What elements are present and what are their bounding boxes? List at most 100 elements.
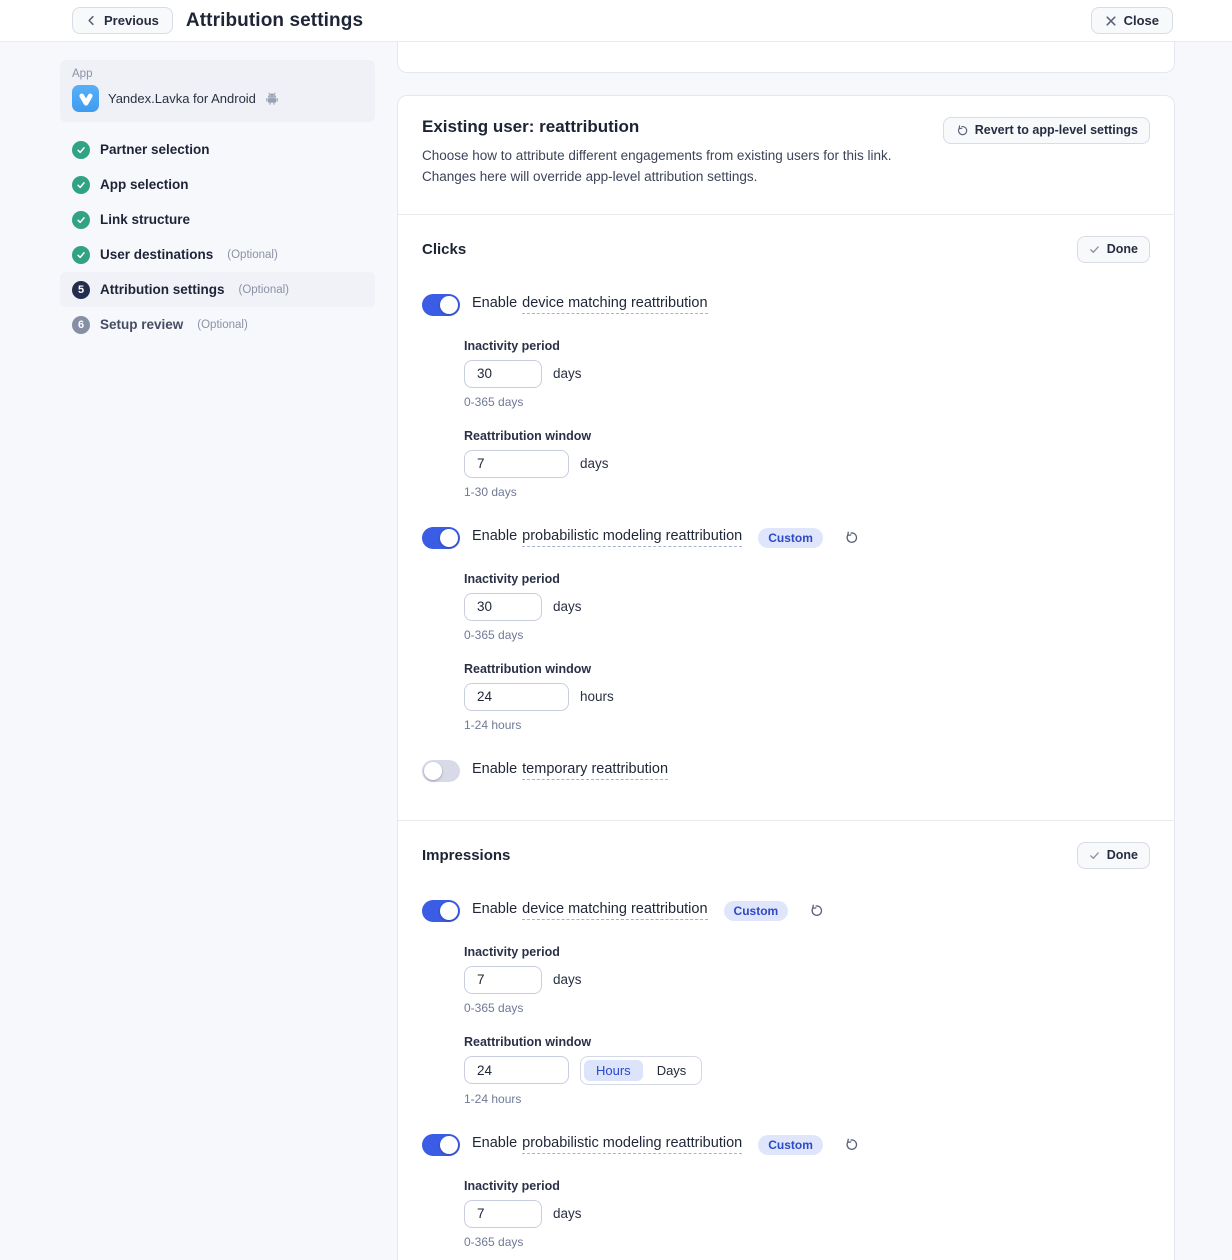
previous-button[interactable]: Previous: [72, 7, 173, 34]
close-button[interactable]: Close: [1091, 7, 1173, 34]
inactivity-period-input[interactable]: [464, 966, 542, 994]
content-area: Existing user: reattribution Choose how …: [397, 42, 1175, 1260]
toggle-knob: [440, 902, 458, 920]
main-layout: App Yandex.Lavka for Android: [0, 42, 1232, 1260]
done-check-icon: [1089, 244, 1100, 255]
sidebar-item-partner-selection[interactable]: Partner selection: [60, 132, 375, 167]
done-check-icon: [1089, 850, 1100, 861]
inactivity-period-input[interactable]: [464, 360, 542, 388]
card-intro: Existing user: reattribution Choose how …: [398, 96, 1174, 214]
clicks-section: Clicks Done Enable device matching reatt…: [398, 215, 1174, 820]
clicks-probabilistic-toggle[interactable]: [422, 527, 460, 549]
reattribution-card: Existing user: reattribution Choose how …: [397, 95, 1175, 1260]
previous-label: Previous: [104, 14, 159, 27]
reattribution-window-field: Reattribution window days 1-30 days: [464, 429, 1150, 499]
app-label: App: [72, 68, 363, 80]
sidebar-item-setup-review[interactable]: 6 Setup review (Optional): [60, 307, 375, 342]
android-icon: [265, 92, 279, 105]
check-circle-icon: [72, 176, 90, 194]
impressions-done-button[interactable]: Done: [1077, 842, 1150, 869]
step-optional-tag: (Optional): [197, 319, 248, 331]
reattribution-window-input[interactable]: [464, 1056, 569, 1084]
check-circle-icon: [72, 141, 90, 159]
label-term[interactable]: probabilistic modeling reattribution: [522, 528, 742, 547]
inactivity-period-input[interactable]: [464, 593, 542, 621]
page-title: Attribution settings: [186, 10, 363, 32]
done-label: Done: [1107, 242, 1138, 257]
revert-label: Revert to app-level settings: [975, 123, 1138, 138]
label-term[interactable]: temporary reattribution: [522, 761, 668, 780]
toggle-knob: [424, 762, 442, 780]
revert-icon[interactable]: [843, 530, 858, 545]
wizard-sidebar: App Yandex.Lavka for Android: [60, 42, 375, 1260]
label-term[interactable]: device matching reattribution: [522, 901, 707, 920]
step-label: User destinations: [100, 247, 213, 262]
unit-label: days: [553, 1206, 582, 1221]
input-row: days: [464, 966, 1150, 994]
unit-label: days: [580, 456, 609, 471]
toggle-knob: [440, 296, 458, 314]
field-label: Inactivity period: [464, 572, 1150, 586]
sidebar-item-link-structure[interactable]: Link structure: [60, 202, 375, 237]
toggle-label: Enable device matching reattribution: [472, 295, 708, 314]
unit-label: days: [553, 599, 582, 614]
sidebar-item-attribution-settings[interactable]: 5 Attribution settings (Optional): [60, 272, 375, 307]
input-row: hours: [464, 683, 1150, 711]
step-label: Attribution settings: [100, 282, 225, 297]
revert-icon[interactable]: [843, 1137, 858, 1152]
clicks-done-button[interactable]: Done: [1077, 236, 1150, 263]
reattribution-window-field: Reattribution window Hours Days 1-24 hou…: [464, 1035, 1150, 1106]
reattribution-window-input[interactable]: [464, 683, 569, 711]
range-hint: 0-365 days: [464, 628, 1150, 642]
input-row: days: [464, 360, 1150, 388]
step-number-badge: 6: [72, 316, 90, 334]
field-label: Reattribution window: [464, 1035, 1150, 1049]
previous-card-cutoff: [397, 42, 1175, 73]
app-name: Yandex.Lavka for Android: [108, 91, 256, 106]
top-bar: Previous Attribution settings Close: [0, 0, 1232, 42]
toggle-knob: [440, 1136, 458, 1154]
custom-badge: Custom: [758, 1135, 823, 1155]
toggle-label: Enable temporary reattribution: [472, 761, 668, 780]
toggle-label: Enable probabilistic modeling reattribut…: [472, 528, 742, 547]
inactivity-period-input[interactable]: [464, 1200, 542, 1228]
sidebar-item-user-destinations[interactable]: User destinations (Optional): [60, 237, 375, 272]
clicks-probabilistic-fields: Inactivity period days 0-365 days Reattr…: [464, 572, 1150, 732]
impressions-section-head: Impressions Done: [422, 842, 1150, 869]
revert-to-app-level-button[interactable]: Revert to app-level settings: [943, 117, 1150, 144]
clicks-device-matching-row: Enable device matching reattribution: [422, 294, 1150, 316]
wizard-steps: Partner selection App selection Link str…: [60, 132, 375, 342]
label-term[interactable]: probabilistic modeling reattribution: [522, 1135, 742, 1154]
label-term[interactable]: device matching reattribution: [522, 295, 707, 314]
field-label: Reattribution window: [464, 662, 1150, 676]
field-label: Inactivity period: [464, 945, 1150, 959]
input-row: days: [464, 593, 1150, 621]
unit-days-option[interactable]: Days: [645, 1060, 699, 1081]
range-hint: 0-365 days: [464, 1001, 1150, 1015]
app-block: App Yandex.Lavka for Android: [60, 60, 375, 122]
toggle-label: Enable probabilistic modeling reattribut…: [472, 1135, 742, 1154]
revert-icon[interactable]: [808, 903, 823, 918]
unit-hours-option[interactable]: Hours: [584, 1060, 643, 1081]
clicks-temporary-toggle[interactable]: [422, 760, 460, 782]
label-prefix: Enable: [472, 295, 517, 311]
step-optional-tag: (Optional): [239, 284, 290, 296]
range-hint: 0-365 days: [464, 395, 1150, 409]
clicks-device-matching-toggle[interactable]: [422, 294, 460, 316]
step-label: Setup review: [100, 317, 183, 332]
chevron-left-icon: [86, 15, 97, 26]
clicks-probabilistic-row: Enable probabilistic modeling reattribut…: [422, 527, 1150, 549]
custom-badge: Custom: [758, 528, 823, 548]
clicks-temporary-row: Enable temporary reattribution: [422, 760, 1150, 782]
reattribution-window-input[interactable]: [464, 450, 569, 478]
impressions-probabilistic-toggle[interactable]: [422, 1134, 460, 1156]
app-row: Yandex.Lavka for Android: [72, 85, 363, 112]
impressions-device-matching-fields: Inactivity period days 0-365 days Reattr…: [464, 945, 1150, 1106]
app-logo-icon: [72, 85, 99, 112]
sidebar-item-app-selection[interactable]: App selection: [60, 167, 375, 202]
card-description: Choose how to attribute different engage…: [422, 146, 943, 188]
step-number-badge: 5: [72, 281, 90, 299]
check-circle-icon: [72, 211, 90, 229]
check-circle-icon: [72, 246, 90, 264]
impressions-device-matching-toggle[interactable]: [422, 900, 460, 922]
